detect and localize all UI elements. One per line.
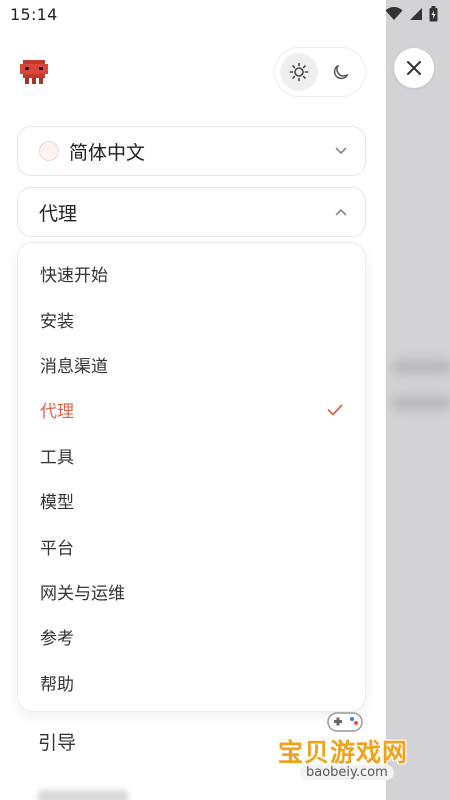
- theme-toggle[interactable]: [274, 47, 366, 97]
- dropdown-item-gateway[interactable]: 网关与运维: [18, 569, 365, 614]
- section-dropdown: 快速开始 安装 消息渠道 代理 工具 模型 平台 网关与运维 参考 帮助: [17, 242, 366, 712]
- signal-icon: [410, 8, 422, 20]
- navigation-drawer: 简体中文 代理 快速开始 安装 消息渠道 代理 工具 模型 平台 网关与运维 参…: [0, 0, 386, 800]
- dropdown-item-reference[interactable]: 参考: [18, 614, 365, 659]
- dropdown-item-agent[interactable]: 代理: [18, 387, 365, 432]
- light-theme-button[interactable]: [280, 53, 318, 91]
- status-icons: [385, 6, 438, 22]
- dropdown-item-quickstart[interactable]: 快速开始: [18, 251, 365, 296]
- chevron-up-icon: [335, 209, 347, 216]
- language-select[interactable]: 简体中文: [17, 126, 366, 176]
- app-logo: [17, 58, 51, 88]
- dropdown-item-label: 代理: [40, 402, 74, 423]
- nav-item-guide[interactable]: 引导: [38, 728, 76, 755]
- dark-theme-button[interactable]: [322, 53, 360, 91]
- moon-icon: [333, 64, 349, 80]
- dropdown-item-label: 消息渠道: [40, 356, 108, 377]
- wifi-icon: [385, 7, 403, 20]
- checkmark-icon: [327, 404, 343, 416]
- dropdown-item-models[interactable]: 模型: [18, 478, 365, 523]
- watermark-text: 宝贝游戏网: [278, 738, 409, 767]
- dropdown-item-label: 安装: [40, 311, 74, 332]
- close-button[interactable]: [394, 48, 434, 88]
- dropdown-item-label: 工具: [40, 447, 74, 468]
- dropdown-item-platforms[interactable]: 平台: [18, 523, 365, 568]
- section-select-label: 代理: [39, 202, 78, 225]
- nav-item-blurred: [38, 790, 128, 800]
- dropdown-item-label: 帮助: [40, 674, 74, 695]
- dropdown-item-label: 参考: [40, 629, 74, 650]
- watermark-url: baobeiy.com: [300, 765, 394, 780]
- dropdown-item-label: 网关与运维: [40, 583, 125, 604]
- close-icon: [407, 61, 421, 75]
- battery-icon: [429, 6, 438, 22]
- dropdown-item-channels[interactable]: 消息渠道: [18, 342, 365, 387]
- dropdown-item-label: 快速开始: [40, 266, 108, 287]
- dropdown-item-install[interactable]: 安装: [18, 296, 365, 341]
- blurred-text: [392, 396, 450, 410]
- watermark: 宝贝游戏网 baobeiy.com: [272, 705, 422, 795]
- status-bar: 15:14: [0, 0, 450, 28]
- dropdown-item-help[interactable]: 帮助: [18, 660, 365, 705]
- sun-icon: [289, 62, 309, 82]
- language-flag-icon: [39, 141, 59, 161]
- section-select[interactable]: 代理: [17, 187, 366, 237]
- status-time: 15:14: [10, 4, 58, 24]
- dropdown-item-label: 平台: [40, 538, 74, 559]
- dropdown-item-label: 模型: [40, 493, 74, 514]
- chevron-down-icon: [335, 147, 347, 154]
- blurred-text: [392, 360, 450, 374]
- language-select-label: 简体中文: [69, 141, 146, 164]
- dropdown-item-tools[interactable]: 工具: [18, 433, 365, 478]
